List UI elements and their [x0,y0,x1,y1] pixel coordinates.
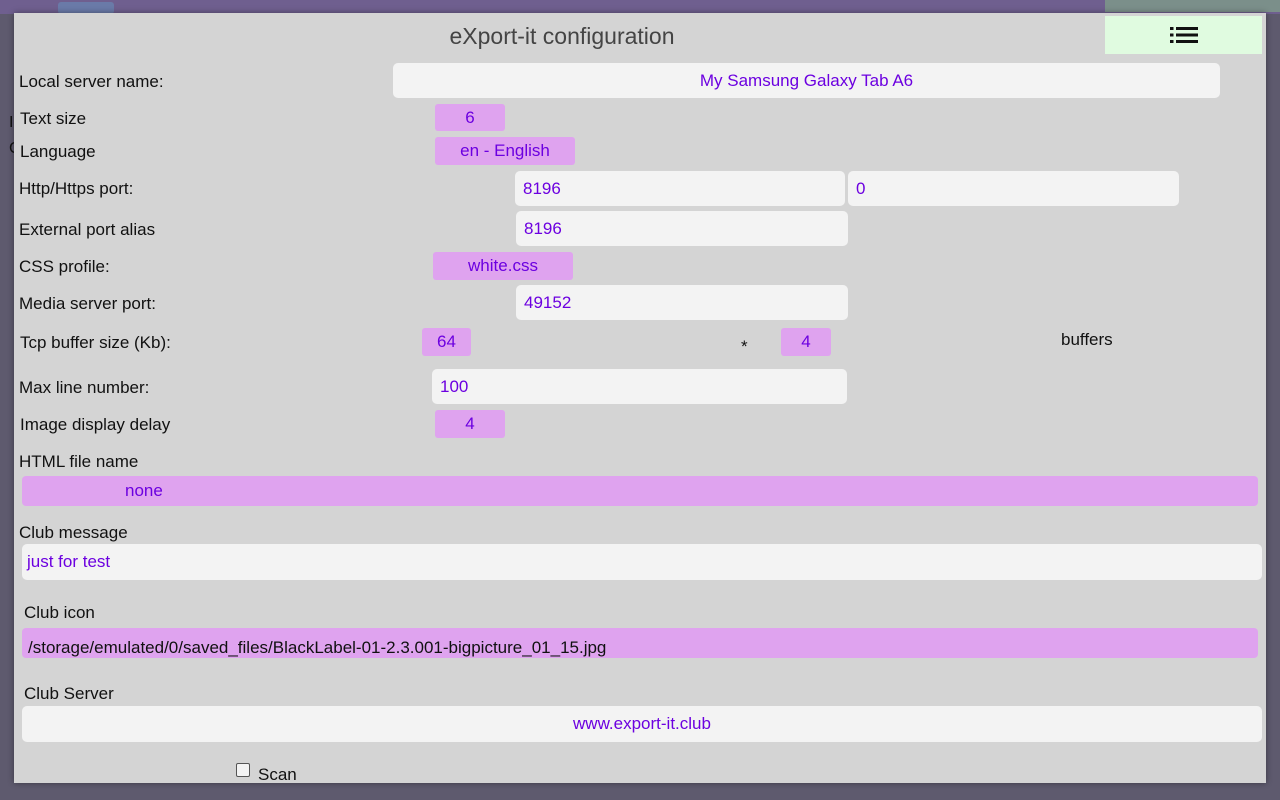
css-profile-label: CSS profile: [19,257,110,276]
background-text-fragment: I [9,114,14,131]
buffers-label: buffers [1061,330,1113,349]
max-line-number-label: Max line number: [19,378,150,397]
html-file-name-label: HTML file name [19,452,139,471]
text-size-label: Text size [20,109,87,128]
club-icon-path-select[interactable]: /storage/emulated/0/saved_files/BlackLab… [22,628,1258,658]
club-icon-label: Club icon [24,603,95,622]
max-line-number-input[interactable]: 100 [432,369,847,404]
http-port-input[interactable]: 8196 [515,171,845,206]
media-server-port-input[interactable]: 49152 [516,285,848,320]
club-server-label: Club Server [24,684,114,703]
language-select[interactable]: en - English [435,137,575,165]
background-app-bar [0,0,1280,14]
http-port-label: Http/Https port: [19,179,134,198]
tcp-buffer-count-select[interactable]: 4 [781,328,831,356]
club-message-label: Club message [19,523,128,542]
text-size-select[interactable]: 6 [435,104,505,131]
image-display-delay-select[interactable]: 4 [435,410,505,438]
external-port-alias-label: External port alias [19,220,156,239]
menu-button[interactable] [1105,16,1262,54]
css-profile-select[interactable]: white.css [433,252,573,280]
https-port-input[interactable]: 0 [848,171,1179,206]
scan-label: Scan [258,765,297,783]
club-message-input[interactable]: just for test [22,544,1262,580]
multiply-sign: * [741,337,748,356]
media-server-port-label: Media server port: [19,294,156,313]
external-port-alias-input[interactable]: 8196 [516,211,848,246]
local-server-name-label: Local server name: [19,72,164,91]
dialog-title: eXport-it configuration [449,23,675,49]
local-server-name-input[interactable]: My Samsung Galaxy Tab A6 [393,63,1220,98]
scan-checkbox[interactable] [236,763,250,777]
club-server-input[interactable]: www.export-it.club [22,706,1262,742]
tcp-buffer-size-label: Tcp buffer size (Kb): [20,333,171,352]
config-dialog: eXport-it configuration Local server nam… [14,13,1266,783]
image-display-delay-label: Image display delay [20,415,171,434]
html-file-name-select[interactable]: none [22,476,1258,506]
language-label: Language [20,142,96,161]
background-app-panel [1105,0,1280,12]
tcp-buffer-size-select[interactable]: 64 [422,328,471,356]
list-menu-icon [1169,27,1198,43]
